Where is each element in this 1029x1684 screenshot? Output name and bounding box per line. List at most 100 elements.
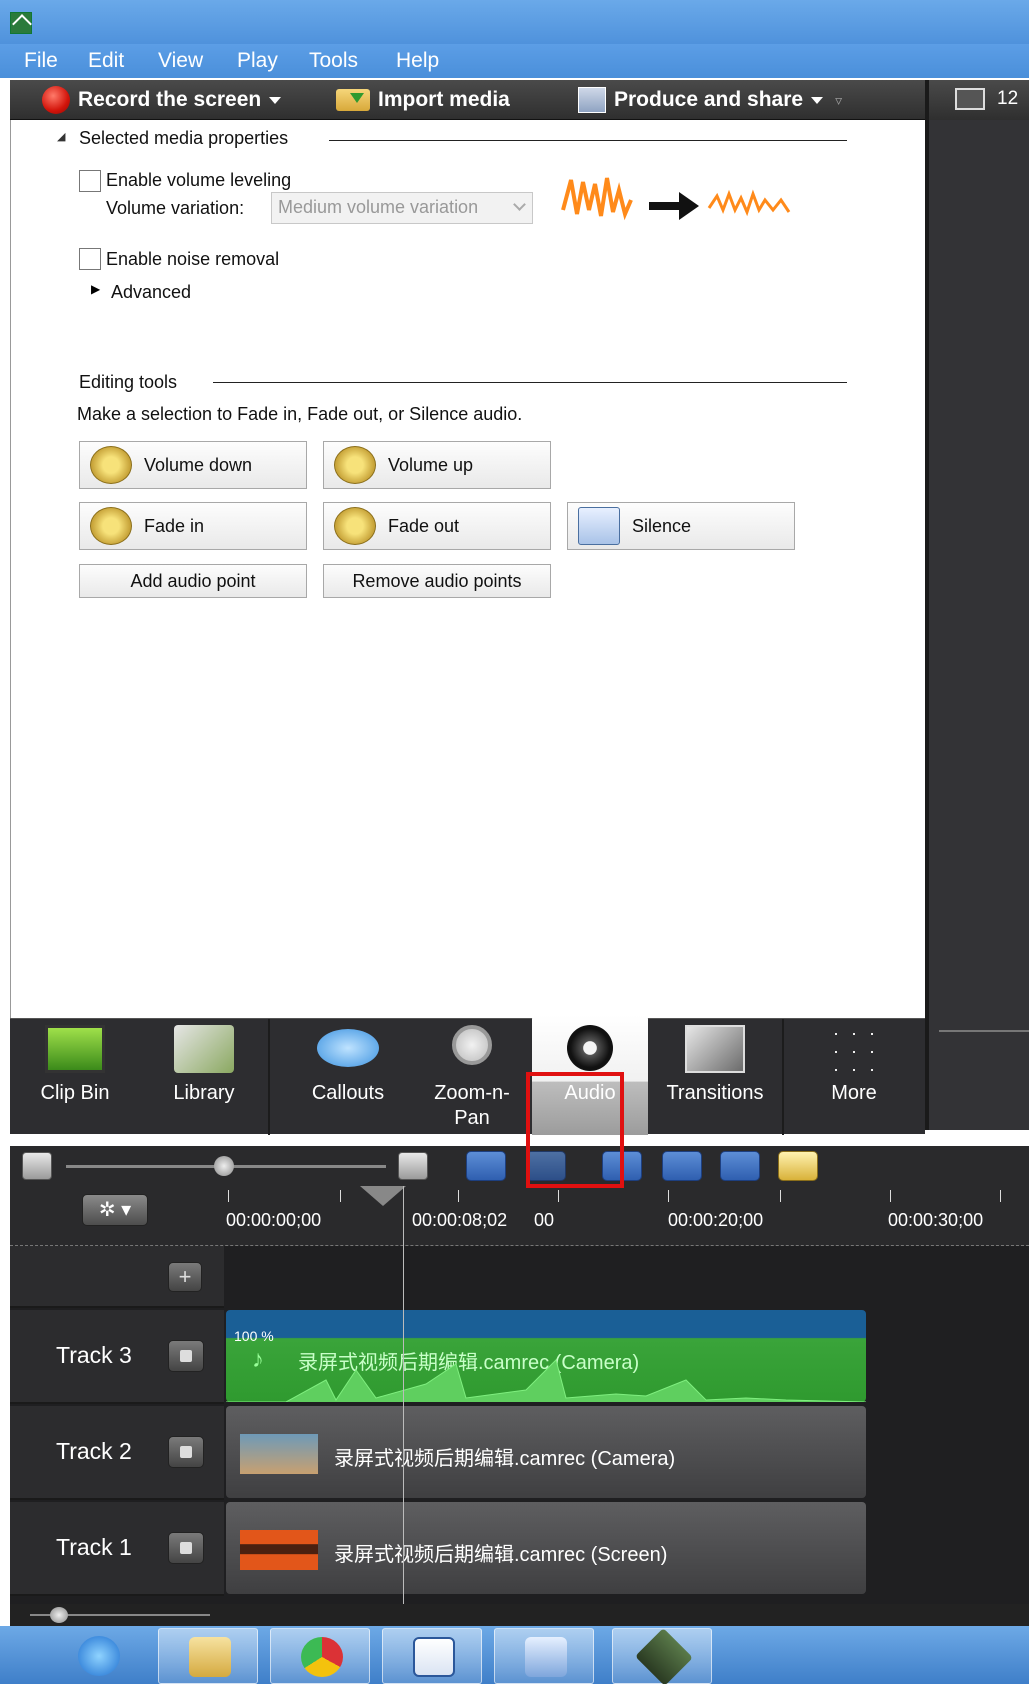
tab-transitions[interactable]: Transitions — [648, 1019, 782, 1135]
copy-icon[interactable] — [720, 1151, 760, 1181]
fade-in-icon — [90, 507, 132, 545]
add-track-row: + — [10, 1246, 224, 1308]
divider — [939, 1030, 1029, 1032]
import-media-button[interactable]: Import media — [336, 85, 510, 115]
tab-zoom-n-pan[interactable]: Zoom-n- Pan — [410, 1019, 534, 1135]
produce-icon — [578, 87, 606, 113]
chrome-icon — [301, 1637, 343, 1677]
menu-file[interactable]: File — [24, 49, 58, 73]
tab-library[interactable]: Library — [140, 1019, 268, 1135]
resize-icon[interactable] — [955, 88, 985, 110]
remove-audio-points-button[interactable]: Remove audio points — [323, 564, 551, 598]
undo-icon[interactable] — [466, 1151, 506, 1181]
timeline-toolbar — [10, 1146, 1029, 1186]
camera-clip[interactable]: 录屏式视频后期编辑.camrec (Camera) — [226, 1406, 866, 1498]
timeline-ruler[interactable]: ✲ ▾ 00:00:00;00 00:00:08;02 00 00:00:20;… — [10, 1186, 1029, 1246]
tab-more[interactable]: More — [784, 1019, 924, 1135]
add-track-icon[interactable]: + — [168, 1262, 202, 1292]
fade-in-button[interactable]: Fade in — [79, 502, 307, 550]
preview-toolbar: 12 — [929, 80, 1029, 120]
gear-icon[interactable]: ✲ ▾ — [82, 1194, 148, 1226]
tab-clip-bin-label: Clip Bin — [40, 1082, 110, 1104]
ruler-tick — [668, 1190, 669, 1202]
track-height-slider-thumb[interactable] — [50, 1607, 68, 1623]
highlight-annotation — [526, 1072, 624, 1188]
ruler-tick — [558, 1190, 559, 1202]
fade-out-button[interactable]: Fade out — [323, 502, 551, 550]
taskbar-internet-explorer[interactable] — [48, 1628, 148, 1684]
track-name: Track 1 — [56, 1534, 132, 1560]
silence-icon — [578, 507, 620, 545]
chevron-down-icon — [811, 96, 824, 104]
lock-icon[interactable] — [168, 1436, 204, 1468]
taskbar-file-explorer[interactable] — [158, 1628, 258, 1684]
overflow-icon[interactable]: ▿ — [835, 92, 842, 109]
volume-variation-value: Medium volume variation — [278, 197, 479, 217]
volume-leveling-checkbox[interactable] — [79, 170, 101, 192]
volume-down-icon — [90, 446, 132, 484]
timeline-scrollbar[interactable] — [10, 1604, 1029, 1626]
clip-thumbnail — [240, 1434, 318, 1474]
produce-share-button[interactable]: Produce and share ▿ — [578, 85, 842, 115]
zoom-out-icon[interactable] — [22, 1152, 52, 1180]
paste-icon[interactable] — [778, 1151, 818, 1181]
preview-size-label[interactable]: 12 — [997, 88, 1018, 110]
menu-help[interactable]: Help — [396, 49, 439, 73]
noise-removal-checkbox[interactable] — [79, 248, 101, 270]
tab-clip-bin[interactable]: Clip Bin — [10, 1019, 140, 1135]
camtasia-app-icon[interactable] — [10, 12, 32, 34]
divider — [213, 382, 847, 383]
audio-clip[interactable]: 100 % ♪ 录屏式视频后期编辑.camrec (Camera) — [226, 1310, 866, 1402]
menu-view[interactable]: View — [158, 49, 203, 73]
track-name: Track 2 — [56, 1438, 132, 1464]
zoom-in-icon[interactable] — [398, 1152, 428, 1180]
ruler-tick — [340, 1190, 341, 1202]
folder-import-icon — [336, 89, 370, 111]
menu-play[interactable]: Play — [237, 49, 278, 73]
volume-up-button[interactable]: Volume up — [323, 441, 551, 489]
title-bar — [0, 0, 1029, 44]
filmstrip-icon — [45, 1025, 105, 1073]
camtasia-icon — [635, 1628, 693, 1684]
silence-button[interactable]: Silence — [567, 502, 795, 550]
split-icon[interactable] — [662, 1151, 702, 1181]
tab-callouts-label: Callouts — [311, 1082, 385, 1104]
clip-thumbnail — [240, 1530, 318, 1570]
import-media-label: Import media — [378, 88, 510, 111]
section-title-media-properties: Selected media properties — [79, 128, 289, 148]
menu-edit[interactable]: Edit — [88, 49, 124, 73]
collapse-triangle-icon[interactable]: ◢ — [57, 130, 65, 143]
divider — [329, 140, 847, 141]
volume-variation-select[interactable]: Medium volume variation — [271, 192, 533, 224]
fade-out-label: Fade out — [388, 515, 460, 536]
track-name: Track 3 — [56, 1342, 132, 1368]
taskbar-control-panel[interactable] — [494, 1628, 594, 1684]
playhead-handle[interactable] — [360, 1186, 406, 1206]
lock-icon[interactable] — [168, 1340, 204, 1372]
record-screen-button[interactable]: Record the screen — [42, 85, 282, 115]
menu-tools[interactable]: Tools — [309, 49, 358, 73]
record-icon — [42, 86, 70, 114]
tab-zoom-n-pan-label: Zoom-n- Pan — [434, 1082, 510, 1129]
tab-callouts[interactable]: Callouts — [280, 1019, 416, 1135]
advanced-toggle[interactable]: Advanced — [111, 282, 191, 303]
track-header-2[interactable]: Track 2 — [10, 1406, 224, 1500]
lock-icon[interactable] — [168, 1532, 204, 1564]
screen-clip[interactable]: 录屏式视频后期编辑.camrec (Screen) — [226, 1502, 866, 1594]
time-label: 00:00:20;00 — [668, 1210, 764, 1230]
task-tab-strip: Clip Bin Library Callouts Zoom-n- Pan Au… — [10, 1015, 925, 1135]
track-header-1[interactable]: Track 1 — [10, 1502, 224, 1596]
noise-removal-label: Enable noise removal — [106, 249, 280, 269]
volume-down-button[interactable]: Volume down — [79, 441, 307, 489]
zoom-slider-thumb[interactable] — [214, 1156, 234, 1176]
clip-label: 录屏式视频后期编辑.camrec (Screen) — [334, 1544, 668, 1566]
chevron-down-icon — [513, 198, 526, 211]
track-header-3[interactable]: Track 3 — [10, 1310, 224, 1404]
volume-leveling-label: Enable volume leveling — [106, 170, 292, 190]
expand-triangle-icon[interactable]: ▶ — [91, 282, 100, 296]
taskbar-camtasia[interactable] — [612, 1628, 712, 1684]
volume-variation-label: Volume variation: — [106, 198, 245, 218]
taskbar-word[interactable] — [382, 1628, 482, 1684]
add-audio-point-button[interactable]: Add audio point — [79, 564, 307, 598]
taskbar-chrome[interactable] — [270, 1628, 370, 1684]
